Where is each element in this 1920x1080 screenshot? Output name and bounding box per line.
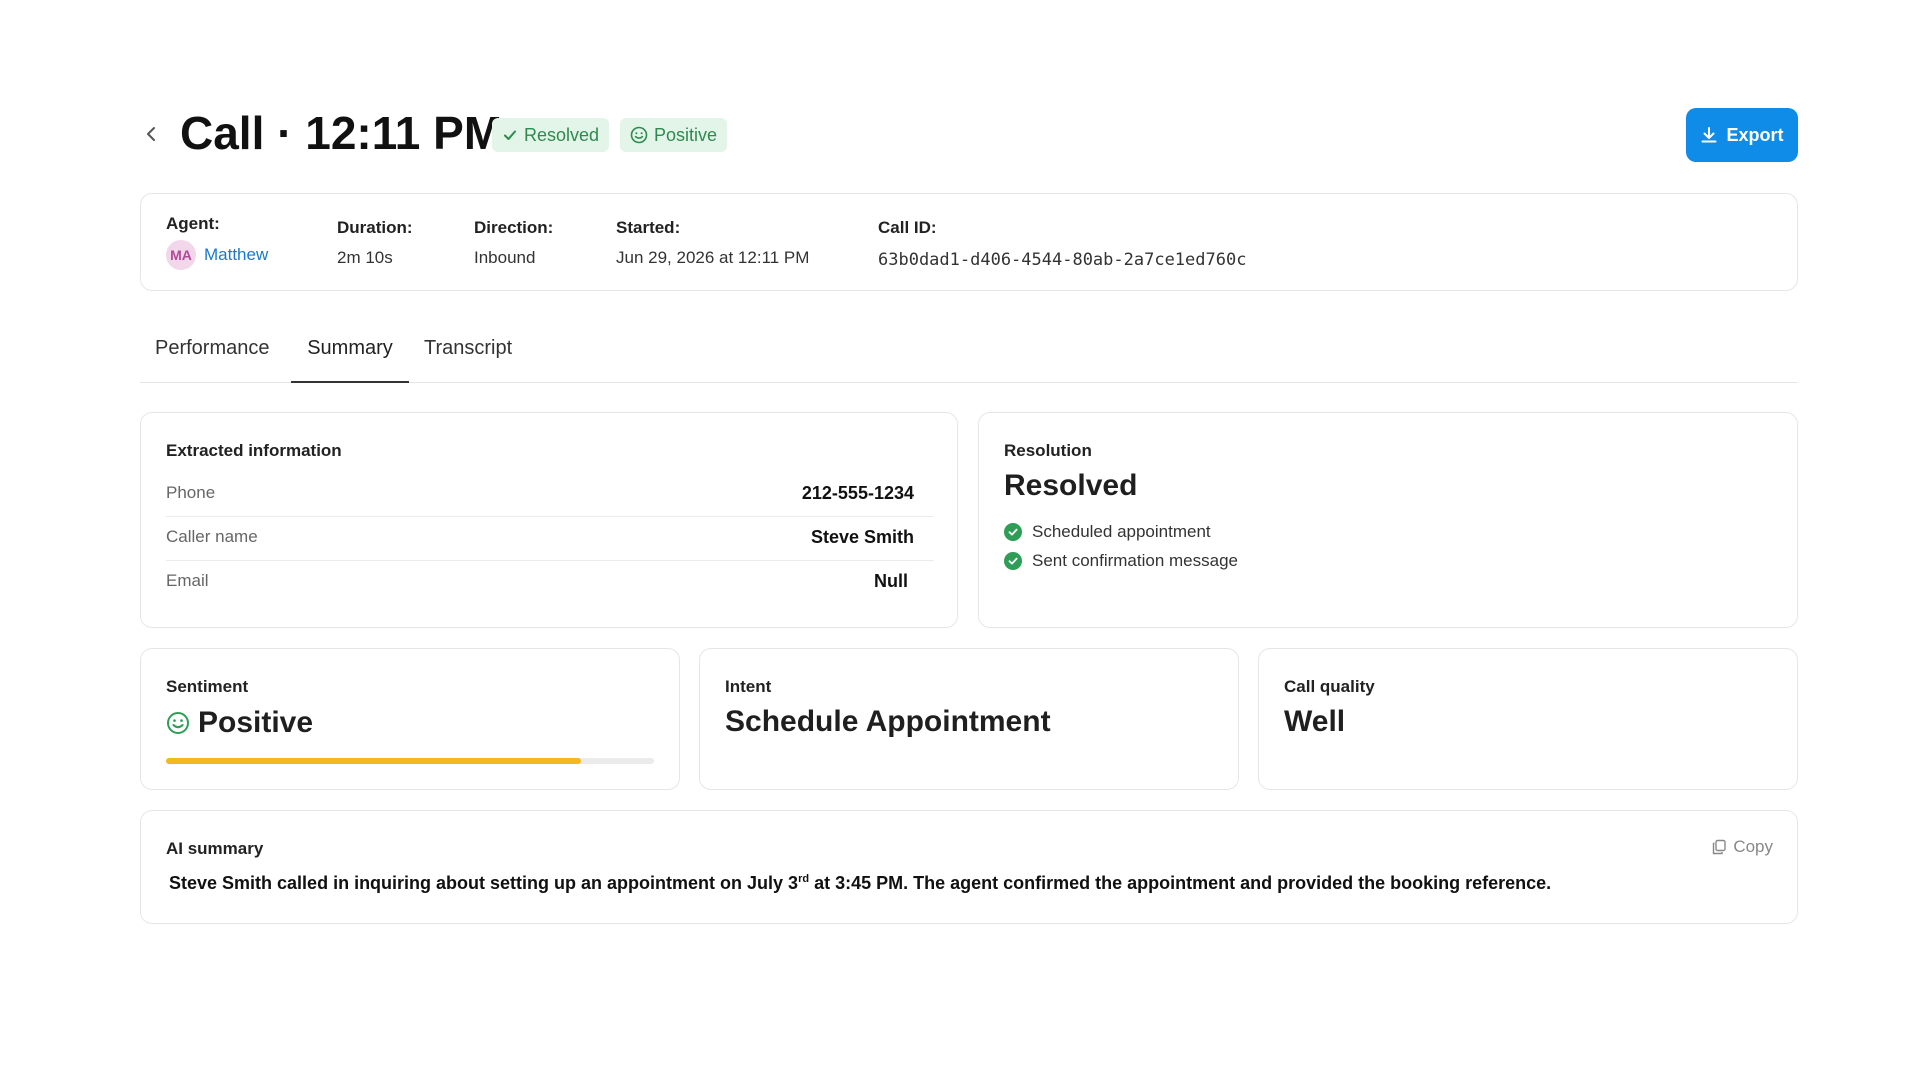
started-label: Started:	[616, 218, 681, 237]
call-id-value: 63b0dad1-d406-4544-80ab-2a7ce1ed760c	[878, 250, 1247, 270]
tab-summary[interactable]: Summary	[291, 337, 409, 383]
sentiment-value-row: Positive	[166, 705, 313, 740]
resolution-item: Scheduled appointment	[1004, 522, 1211, 542]
extracted-row-caller-name: Caller name Steve Smith	[166, 517, 934, 561]
check-circle-icon	[1004, 523, 1022, 541]
duration-field: Duration: 2m 10s	[337, 218, 413, 268]
sentiment-progress-fill	[166, 758, 581, 764]
back-button[interactable]	[140, 120, 164, 148]
ai-summary-card: AI summary Copy Steve Smith called in in…	[140, 810, 1798, 924]
duration-value: 2m 10s	[337, 248, 393, 267]
sentiment-title: Sentiment	[166, 677, 249, 696]
copy-button[interactable]: Copy	[1711, 837, 1773, 857]
resolution-item-label: Sent confirmation message	[1032, 551, 1238, 570]
ai-summary-title: AI summary	[166, 839, 264, 858]
direction-value: Inbound	[474, 248, 536, 267]
ai-summary-text: Steve Smith called in inquiring about se…	[169, 873, 1551, 894]
agent-name-link[interactable]: Matthew	[204, 245, 268, 264]
call-id-label: Call ID:	[878, 218, 937, 237]
resolved-badge: Resolved	[492, 118, 610, 152]
copy-button-label: Copy	[1733, 837, 1773, 856]
tab-summary-label: Summary	[307, 337, 393, 359]
call-quality-value: Well	[1284, 705, 1346, 738]
tab-performance[interactable]: Performance	[155, 337, 279, 383]
smile-icon	[167, 712, 189, 735]
extracted-value: Null	[874, 571, 908, 591]
extracted-row-email: Email Null	[166, 561, 934, 605]
extracted-key: Caller name	[166, 527, 258, 546]
resolution-card: Resolution Resolved Scheduled appointmen…	[978, 412, 1798, 628]
direction-label: Direction:	[474, 218, 554, 237]
tab-performance-label: Performance	[155, 337, 270, 359]
ai-summary-superscript: rd	[798, 873, 810, 885]
positive-badge: Positive	[620, 118, 728, 152]
resolution-status: Resolved	[1004, 469, 1138, 502]
extracted-key: Phone	[166, 483, 216, 502]
download-icon	[1701, 127, 1717, 143]
page-title: Call · 12:11 PM	[180, 107, 503, 159]
positive-badge-label: Positive	[654, 124, 718, 145]
tab-bar: Performance Summary Transcript	[140, 333, 1798, 383]
ai-summary-text-part: at 3:45 PM. The agent confirmed the appo…	[809, 873, 1552, 893]
ai-summary-text-part: Steve Smith called in inquiring about se…	[169, 873, 799, 893]
started-value: Jun 29, 2026 at 12:11 PM	[616, 248, 810, 267]
resolved-badge-label: Resolved	[524, 124, 600, 145]
intent-title: Intent	[725, 677, 772, 696]
duration-label: Duration:	[337, 218, 413, 237]
agent-label: Agent:	[166, 214, 220, 233]
call-id-field: Call ID: 63b0dad1-d406-4544-80ab-2a7ce1e…	[878, 218, 1246, 270]
resolution-item: Sent confirmation message	[1004, 551, 1238, 571]
intent-card: Intent Schedule Appointment	[699, 648, 1239, 790]
agent-value: MA Matthew	[166, 240, 268, 270]
extracted-row-phone: Phone 212-555-1234	[166, 473, 934, 517]
export-button-label: Export	[1726, 124, 1784, 145]
resolution-title: Resolution	[1004, 441, 1092, 460]
started-field: Started: Jun 29, 2026 at 12:11 PM	[616, 218, 809, 268]
smile-icon	[630, 126, 648, 144]
direction-field: Direction: Inbound	[474, 218, 553, 268]
sentiment-card: Sentiment Positive	[140, 648, 680, 790]
page-header: Call · 12:11 PM Resolved Positive Export	[140, 104, 1798, 168]
extracted-value: 212-555-1234	[801, 483, 914, 503]
call-quality-card: Call quality Well	[1258, 648, 1798, 790]
export-button[interactable]: Export	[1686, 108, 1798, 162]
call-quality-title: Call quality	[1284, 677, 1375, 696]
copy-icon	[1713, 839, 1727, 855]
check-icon	[504, 130, 516, 140]
call-detail-page: Call · 12:11 PM Resolved Positive Export	[0, 0, 1920, 1080]
check-circle-icon	[1004, 552, 1022, 570]
extracted-key: Email	[166, 571, 209, 590]
extracted-value: Steve Smith	[810, 527, 914, 547]
sentiment-progress-track	[166, 758, 654, 764]
call-info-card: Agent: MA Matthew Duration: 2m 10s Direct…	[140, 193, 1798, 291]
intent-value: Schedule Appointment	[725, 705, 1051, 738]
avatar: MA	[166, 240, 196, 270]
sentiment-value: Positive	[198, 706, 314, 740]
tab-transcript[interactable]: Transcript	[424, 337, 534, 383]
chevron-left-icon	[147, 127, 155, 141]
agent-field: Agent: MA Matthew	[166, 214, 268, 270]
tab-transcript-label: Transcript	[424, 337, 513, 359]
resolution-item-label: Scheduled appointment	[1032, 522, 1211, 541]
extracted-information-card: Extracted information Phone 212-555-1234…	[140, 412, 958, 628]
extracted-information-title: Extracted information	[166, 441, 342, 460]
